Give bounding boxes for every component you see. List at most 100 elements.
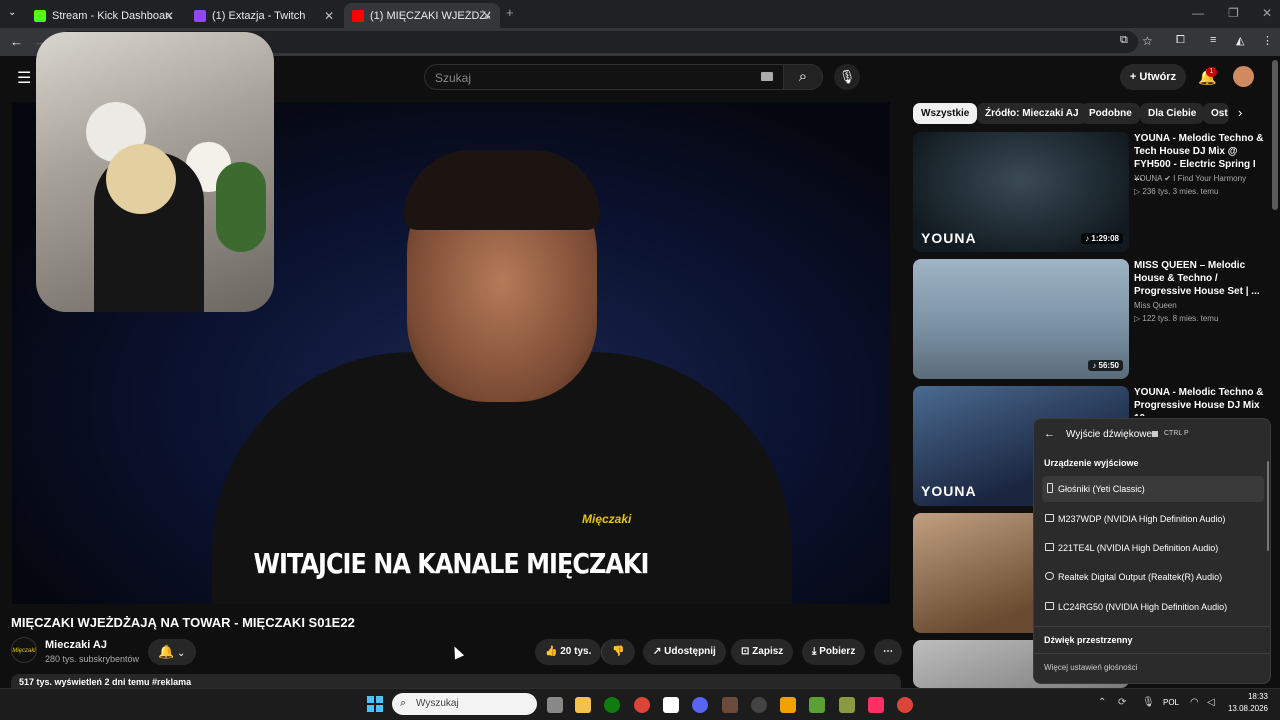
app-icon[interactable] [663, 697, 679, 713]
device-option[interactable]: Realtek Digital Output (Realtek(R) Audio… [1042, 564, 1264, 590]
chip-for-you[interactable]: Dla Ciebie [1140, 103, 1205, 124]
voice-search-button[interactable]: 🎙 [834, 64, 860, 90]
device-option[interactable]: 221TE4L (NVIDIA High Definition Audio) [1042, 535, 1264, 561]
device-option[interactable]: LC24RG50 (NVIDIA High Definition Audio) [1042, 594, 1264, 620]
chip-source[interactable]: Źródło: Mieczaki AJ [977, 103, 1087, 124]
keyboard-icon[interactable] [761, 72, 773, 81]
tiktok-icon[interactable] [868, 697, 884, 713]
wifi-icon[interactable]: ◠ [1190, 697, 1199, 708]
thumbs-down-icon: 👎 [612, 646, 625, 657]
shortcut-key-icon [1152, 431, 1158, 437]
avatar[interactable] [1233, 66, 1254, 87]
kick-icon [34, 9, 46, 22]
download-button[interactable]: ⤓ Pobierz [802, 639, 866, 665]
monitor-icon [1045, 602, 1054, 610]
flyout-header: Wyjście dźwiękowe [1066, 429, 1153, 440]
create-button[interactable]: + Utwórz [1120, 64, 1186, 90]
rec-channel[interactable]: Miss Queen [1134, 301, 1177, 310]
channel-subscribers: 280 tys. subskrybentów [45, 654, 140, 664]
clock-time[interactable]: 18:33 [1230, 692, 1268, 701]
description-box[interactable]: 517 tys. wyświetleń 2 dni temu #reklama [11, 674, 901, 688]
hamburger-menu-icon[interactable]: ☰ [17, 68, 31, 88]
menu-icon[interactable]: ⋮ [1262, 34, 1273, 47]
rec-channel[interactable]: YOUNA ✔ I Find Your Harmony [1134, 174, 1246, 183]
extensions-icon[interactable]: ⧠ [1176, 34, 1185, 47]
back-arrow-icon[interactable]: ← [1044, 428, 1055, 440]
clock-date[interactable]: 13.08.2026 [1222, 704, 1268, 713]
minecraft-icon[interactable] [809, 697, 825, 713]
back-icon[interactable]: ← [10, 34, 23, 49]
search-input[interactable]: Szukaj [424, 64, 784, 90]
like-button[interactable]: 👍 20 tys. [535, 639, 602, 665]
more-volume-settings-link[interactable]: Więcej ustawień głośności [1044, 663, 1137, 672]
chrome-icon[interactable] [897, 697, 913, 713]
tab-search-icon[interactable]: ⌄ [8, 7, 16, 18]
rec-title[interactable]: MISS QUEEN – Melodic House & Techno / Pr… [1134, 259, 1264, 298]
microphone-icon[interactable]: 🎙 [1142, 697, 1155, 708]
subscription-bell-button[interactable]: 🔔 ⌄ [148, 639, 196, 665]
youtube-icon [352, 9, 364, 22]
minimize-icon[interactable]: — [1192, 6, 1204, 20]
tray-app-icon[interactable]: ⟳ [1118, 697, 1126, 708]
chip-similar[interactable]: Podobne [1081, 103, 1140, 124]
webcam-overlay [36, 32, 274, 312]
output-device-heading: Urządzenie wyjściowe [1044, 458, 1139, 468]
share-button[interactable]: ↗ Udostępnij [643, 639, 726, 665]
rec-meta: ▷ 122 tys. 8 mies. temu [1134, 314, 1219, 323]
device-option[interactable]: Głośniki (Yeti Classic) [1042, 476, 1264, 502]
channel-name[interactable]: Mieczaki AJ [45, 639, 107, 651]
start-windows-icon[interactable] [367, 696, 383, 712]
taskbar-search-input[interactable]: Wyszukaj [392, 693, 537, 715]
save-button[interactable]: ⊡ Zapisz [731, 639, 794, 665]
close-window-icon[interactable]: ✕ [1262, 6, 1272, 20]
tab-twitch[interactable]: (1) Extazja - Twitch ✕ [186, 3, 342, 28]
rec-title[interactable]: YOUNA - Melodic Techno & Progressive Hou… [1134, 386, 1264, 416]
channel-avatar[interactable]: Mięczaki [11, 637, 37, 663]
tab-kick[interactable]: Stream - Kick Dashboard ✕ [26, 3, 182, 28]
divider [1034, 626, 1270, 627]
flyout-scrollbar[interactable] [1267, 461, 1269, 551]
new-tab-button[interactable]: + [506, 5, 514, 20]
close-icon[interactable]: ✕ [482, 9, 492, 23]
chevron-up-icon[interactable]: ⌃ [1098, 697, 1106, 708]
chrome-icon[interactable] [634, 697, 650, 713]
game-launcher-icon[interactable] [839, 697, 855, 713]
more-icon: ⋯ [883, 646, 893, 657]
obs-icon[interactable] [751, 697, 767, 713]
profile-icon[interactable]: ◭ [1236, 34, 1244, 47]
flyout-shortcut: CTRL P [1164, 430, 1189, 437]
file-explorer-icon[interactable] [575, 697, 591, 713]
discord-icon[interactable] [692, 697, 708, 713]
dislike-button[interactable]: 👎 [601, 639, 635, 665]
more-actions-button[interactable]: ⋯ [874, 639, 902, 665]
maximize-icon[interactable]: ❐ [1228, 6, 1239, 20]
task-view-icon[interactable] [547, 697, 563, 713]
close-icon[interactable]: ✕ [164, 9, 174, 23]
chevron-right-icon[interactable]: › [1238, 105, 1242, 120]
page-scrollbar[interactable] [1272, 60, 1278, 210]
share-icon: ↗ [653, 646, 665, 657]
spatial-sound-heading[interactable]: Dźwięk przestrzenny [1044, 635, 1133, 645]
rec-meta: ▷ 236 tys. 3 mies. temu [1134, 187, 1219, 196]
epic-icon[interactable] [780, 697, 796, 713]
language-indicator[interactable]: POL [1163, 698, 1179, 707]
media-control-icon[interactable]: ≡ [1210, 34, 1216, 46]
chip-recent[interactable]: Ost [1203, 103, 1229, 124]
close-icon[interactable]: ✕ [324, 9, 334, 23]
xbox-icon[interactable] [604, 697, 620, 713]
install-app-icon[interactable]: ⧉ [1120, 34, 1128, 47]
rec-thumbnail[interactable]: ♪ 56:50 [913, 259, 1129, 379]
rec-thumbnail[interactable]: YOUNA ♪ 1:29:08 [913, 132, 1129, 252]
volume-icon[interactable]: ◁ [1207, 697, 1215, 708]
notification-badge: 1 [1206, 67, 1217, 77]
search-button[interactable]: ⌕ [783, 64, 823, 90]
game-icon[interactable] [722, 697, 738, 713]
device-option[interactable]: M237WDP (NVIDIA High Definition Audio) [1042, 506, 1264, 532]
chip-all[interactable]: Wszystkie [913, 103, 978, 124]
tab-youtube[interactable]: (1) MIĘCZAKI WJEŻDŻAJĄ NA T ✕ [344, 3, 500, 28]
chevron-down-icon: ⌄ [174, 648, 186, 659]
speaker-icon [1047, 483, 1053, 493]
bookmark-star-icon[interactable]: ☆ [1142, 34, 1153, 48]
sound-output-flyout: ← Wyjście dźwiękowe CTRL P Urządzenie wy… [1033, 418, 1271, 684]
cam-person-hair [106, 144, 176, 214]
